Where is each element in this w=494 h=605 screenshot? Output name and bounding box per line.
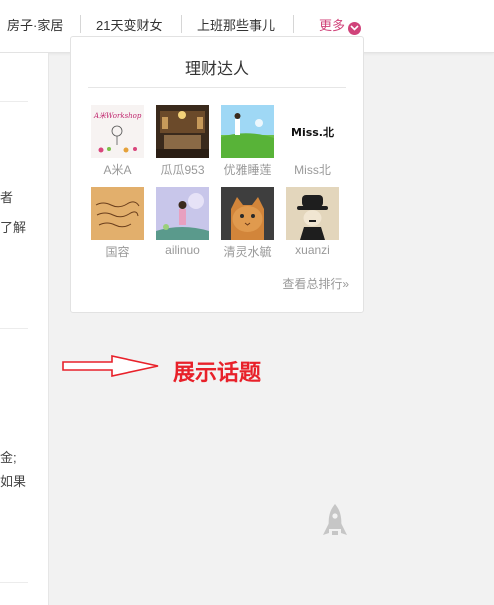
- text-fragment: 金;: [0, 450, 17, 465]
- card-title: 理财达人: [184, 61, 249, 78]
- user-grid: A米Workshop A米A 瓜瓜953 优雅睡莲 Miss.北 Miss北 国…: [91, 105, 347, 265]
- divider: [0, 101, 28, 102]
- user-item[interactable]: ailinuo: [156, 187, 209, 265]
- miss-logo-avatar[interactable]: Miss.北: [286, 105, 339, 158]
- user-item[interactable]: A米Workshop A米A: [91, 105, 144, 183]
- chevron-down-icon: [348, 22, 362, 35]
- annotation-label: 展示话题: [173, 361, 262, 386]
- more-label: 更多: [319, 18, 346, 33]
- nav-item-home-living[interactable]: 房子·家居: [7, 15, 63, 34]
- user-name[interactable]: 国容: [91, 243, 144, 260]
- svg-text:A米Workshop: A米Workshop: [93, 112, 142, 120]
- user-item[interactable]: Miss.北 Miss北: [286, 105, 339, 183]
- nav-separator: [80, 15, 81, 33]
- user-name[interactable]: Miss北: [286, 161, 339, 178]
- workshop-avatar[interactable]: A米Workshop: [91, 105, 144, 158]
- user-item[interactable]: 清灵水毓: [221, 187, 274, 265]
- user-item[interactable]: 优雅睡莲: [221, 105, 274, 183]
- room-avatar[interactable]: [156, 105, 209, 158]
- more-menu[interactable]: 更多: [319, 15, 362, 35]
- rocket-icon[interactable]: [322, 503, 348, 543]
- user-name[interactable]: xuanzi: [286, 243, 339, 257]
- user-name[interactable]: 优雅睡莲: [221, 161, 274, 178]
- cat-avatar[interactable]: [221, 187, 274, 240]
- meadow-avatar[interactable]: [221, 105, 274, 158]
- text-fragment: 如果: [0, 474, 27, 489]
- view-full-ranking-link[interactable]: 查看总排行»: [282, 275, 349, 292]
- user-item[interactable]: 瓜瓜953: [156, 105, 209, 183]
- user-name[interactable]: 瓜瓜953: [156, 161, 209, 178]
- text-fragment: 了解: [0, 220, 27, 235]
- finance-experts-card: 理财达人 A米Workshop A米A 瓜瓜953 优雅睡莲 Miss.北 Mi…: [70, 36, 364, 313]
- anime-avatar[interactable]: [156, 187, 209, 240]
- chaplin-avatar[interactable]: [286, 187, 339, 240]
- nav-separator: [293, 15, 294, 33]
- user-name[interactable]: 清灵水毓: [221, 243, 274, 260]
- nav-separator: [181, 15, 182, 33]
- svg-text:Miss.北: Miss.北: [291, 125, 334, 139]
- user-item[interactable]: 国容: [91, 187, 144, 265]
- divider: [88, 87, 346, 88]
- divider: [0, 582, 28, 583]
- user-item[interactable]: xuanzi: [286, 187, 339, 265]
- left-content-column: 者 了解 金; 如果: [0, 53, 49, 605]
- annotation-arrow-icon: [62, 355, 159, 377]
- user-name[interactable]: A米A: [91, 161, 144, 178]
- user-name[interactable]: ailinuo: [156, 243, 209, 257]
- nav-item-21-days[interactable]: 21天变财女: [96, 15, 162, 34]
- divider: [0, 328, 28, 329]
- text-fragment: 者: [0, 190, 14, 205]
- handwriting-avatar[interactable]: [91, 187, 144, 240]
- nav-item-work-stories[interactable]: 上班那些事儿: [197, 15, 275, 34]
